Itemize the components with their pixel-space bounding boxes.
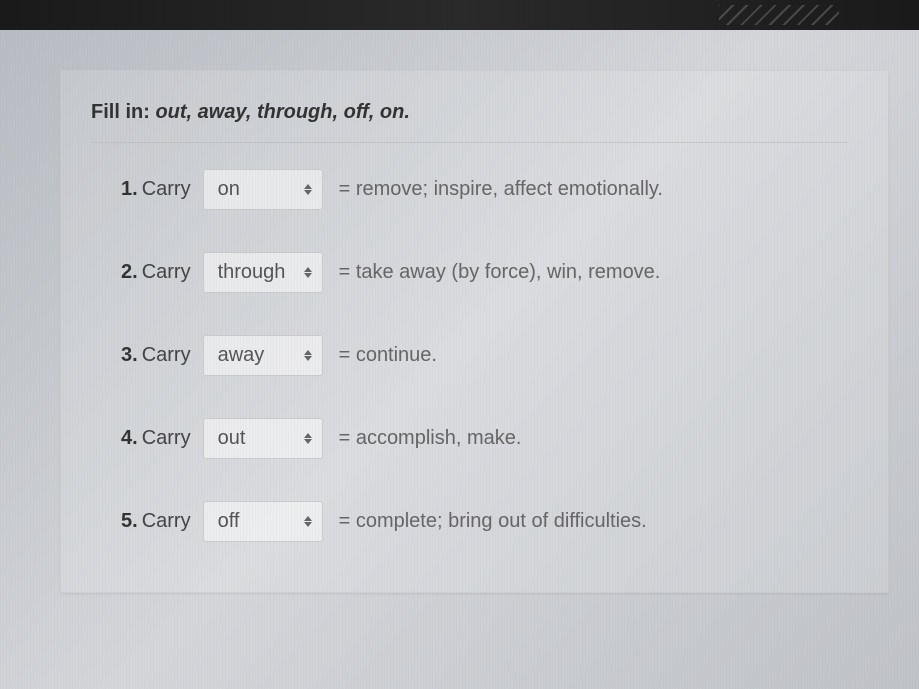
item-definition: = take away (by force), win, remove. — [339, 261, 661, 284]
selected-value: on — [218, 178, 294, 201]
instruction-line: Fill in: out, away, through, off, on. — [91, 101, 848, 143]
instruction-options: out, away, through, off, on. — [155, 101, 409, 123]
exercise-list: 1. Carry on = remove; inspire, affect em… — [91, 161, 848, 542]
item-word: Carry — [142, 510, 191, 533]
item-word: Carry — [142, 344, 191, 367]
sort-icon — [304, 516, 312, 527]
item-word: Carry — [142, 261, 191, 284]
selected-value: away — [218, 344, 294, 367]
item-definition: = complete; bring out of difficulties. — [339, 510, 647, 533]
item-word: Carry — [142, 178, 191, 201]
exercise-row-2: 2. Carry through = take away (by force),… — [121, 252, 848, 293]
sort-icon — [304, 184, 312, 195]
item-definition: = accomplish, make. — [339, 427, 522, 450]
item-definition: = remove; inspire, affect emotionally. — [339, 178, 663, 201]
exercise-row-4: 4. Carry out = accomplish, make. — [121, 418, 848, 459]
exercise-row-5: 5. Carry off = complete; bring out of di… — [121, 501, 848, 542]
sort-icon — [304, 433, 312, 444]
selected-value: through — [218, 261, 294, 284]
sort-icon — [304, 350, 312, 361]
item-definition: = continue. — [339, 344, 437, 367]
particle-select-5[interactable]: off — [203, 501, 323, 542]
selected-value: off — [218, 510, 294, 533]
exercise-row-1: 1. Carry on = remove; inspire, affect em… — [121, 169, 848, 210]
exercise-card: Fill in: out, away, through, off, on. 1.… — [60, 70, 889, 593]
window-top-bar — [0, 0, 919, 30]
item-number: 2. — [121, 261, 138, 284]
particle-select-4[interactable]: out — [203, 418, 323, 459]
sort-icon — [304, 267, 312, 278]
item-word: Carry — [142, 427, 191, 450]
particle-select-2[interactable]: through — [203, 252, 323, 293]
item-number: 5. — [121, 510, 138, 533]
selected-value: out — [218, 427, 294, 450]
exercise-row-3: 3. Carry away = continue. — [121, 335, 848, 376]
particle-select-3[interactable]: away — [203, 335, 323, 376]
page-container: Fill in: out, away, through, off, on. 1.… — [0, 30, 919, 623]
item-number: 4. — [121, 427, 138, 450]
item-number: 1. — [121, 178, 138, 201]
particle-select-1[interactable]: on — [203, 169, 323, 210]
instruction-lead: Fill in: — [91, 101, 150, 123]
item-number: 3. — [121, 344, 138, 367]
